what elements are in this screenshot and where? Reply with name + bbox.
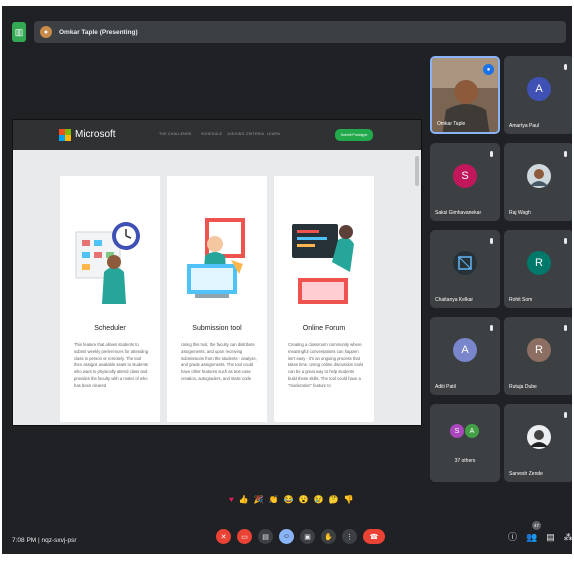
submission-illustration (187, 218, 245, 298)
card-title: Online Forum (302, 325, 346, 332)
card-body: Using this tool, the faculty can distrib… (181, 342, 257, 381)
participant-name: Amartya Paul (509, 123, 540, 129)
mic-off-icon (490, 325, 493, 331)
meet-window: ▥ ● Omkar Taple (Presenting) Microsoft T… (2, 6, 572, 554)
avatar: R (527, 338, 551, 362)
speaking-indicator-icon: ● (483, 64, 494, 75)
avatar (527, 164, 551, 188)
reaction-laugh[interactable]: 😂 (284, 495, 294, 505)
meeting-info: 7:08 PM | nqz-sxvj-psr (12, 537, 77, 544)
avatar: S (450, 424, 464, 438)
people-icon[interactable]: 👥 (526, 532, 537, 542)
avatar: R (527, 251, 551, 275)
feature-card-scheduler: Scheduler This feature that allows stude… (60, 176, 160, 422)
reaction-party[interactable]: 🎉 (254, 495, 264, 505)
participant-tile-amartya[interactable]: A Amartya Paul (504, 56, 572, 134)
participant-tile-saksi[interactable]: S Saksi Gimhavanekar (430, 143, 500, 221)
mic-off-icon[interactable]: ✕ (216, 529, 231, 544)
avatar (453, 251, 477, 275)
avatar: A (465, 424, 479, 438)
microsoft-logo (59, 129, 71, 141)
mic-off-icon (490, 151, 493, 157)
camera-off-icon[interactable]: ▭ (237, 529, 252, 544)
avatar: S (453, 164, 477, 188)
card-title: Scheduler (94, 325, 126, 332)
reaction-thinking[interactable]: 🤔 (329, 495, 339, 505)
card-title: Submission tool (192, 325, 242, 332)
reaction-clap[interactable]: 👏 (269, 495, 279, 505)
people-count-badge: 47 (532, 521, 541, 530)
participant-tile-sarvesh[interactable]: Sarvesh Zende (504, 404, 572, 482)
mic-off-icon (564, 238, 567, 244)
participant-tile-aditi[interactable]: A Aditi Patil (430, 317, 500, 395)
participant-name: Chaitanya Kelkar (435, 297, 474, 303)
reaction-heart[interactable]: ♥ (229, 495, 234, 505)
feature-card-submission: Submission tool Using this tool, the fac… (167, 176, 267, 422)
reaction-thumbs-up[interactable]: 👍 (239, 495, 249, 505)
raise-hand-icon[interactable]: ✋ (321, 529, 336, 544)
avatar (527, 425, 551, 449)
nav-link-challenge[interactable]: THE CHALLENGE (159, 132, 192, 136)
others-count: 37 others (454, 458, 476, 464)
call-controls: ✕ ▭ ▤ ☺ ▣ ✋ ⋮ ☎ (216, 529, 385, 544)
right-controls: ⓘ 👥 ▤ ⁂ (508, 532, 572, 542)
end-call-icon[interactable]: ☎ (363, 529, 385, 544)
participant-tile-omkar[interactable]: ● Omkar Taple (430, 56, 500, 134)
layout-icon[interactable]: ▥ (12, 22, 26, 42)
card-body: This feature that allows students to sub… (74, 342, 149, 388)
participant-tile-raj[interactable]: Raj Wagh (504, 143, 572, 221)
participant-name: Saksi Gimhavanekar (435, 210, 482, 216)
submit-prototype-button[interactable]: Submit Prototype (335, 129, 373, 141)
participant-tile-rohit[interactable]: R Rohit Som (504, 230, 572, 308)
presenter-label: Omkar Taple (Presenting) (59, 28, 138, 36)
scheduler-illustration (75, 222, 140, 304)
reactions-bar: ♥ 👍 🎉 👏 😂 😮 😢 🤔 👎 (229, 495, 354, 505)
emoji-icon[interactable]: ☺ (279, 529, 294, 544)
page-scrollbar[interactable] (415, 156, 419, 186)
participant-name: Aditi Patil (435, 384, 456, 390)
participant-name: Rutuja Dube (509, 384, 537, 390)
nav-link-judging[interactable]: JUDGING CRITERIA (227, 132, 264, 136)
reaction-sad[interactable]: 😢 (314, 495, 324, 505)
participant-name: Raj Wagh (509, 210, 531, 216)
presenting-bar: ▥ ● Omkar Taple (Presenting) (12, 20, 566, 44)
reaction-thumbs-down[interactable]: 👎 (344, 495, 354, 505)
mic-off-icon (564, 412, 567, 418)
participant-tile-chaitanya[interactable]: Chaitanya Kelkar (430, 230, 500, 308)
mic-off-icon (490, 238, 493, 244)
avatar: A (527, 77, 551, 101)
participant-name: Sarvesh Zende (509, 471, 543, 477)
avatar: A (453, 338, 477, 362)
participant-name: Omkar Taple (437, 121, 466, 127)
mic-off-icon (564, 325, 567, 331)
feature-card-forum: Online Forum Creating a classroom commun… (274, 176, 374, 422)
card-body: Creating a classroom community where mea… (288, 342, 364, 388)
shared-screen: Microsoft THE CHALLENGE SCHEDULE JUDGING… (12, 119, 422, 426)
info-icon[interactable]: ⓘ (508, 532, 517, 542)
participant-tile-others[interactable]: S A 37 others (430, 404, 500, 482)
more-options-icon[interactable]: ⋮ (342, 529, 357, 544)
captions-icon[interactable]: ▤ (258, 529, 273, 544)
present-icon[interactable]: ▣ (300, 529, 315, 544)
mic-off-icon (564, 151, 567, 157)
presenter-avatar: ● (40, 26, 52, 38)
participant-name: Rohit Som (509, 297, 533, 303)
mic-off-icon (564, 64, 567, 70)
activities-icon[interactable]: ⁂ (564, 532, 572, 542)
nav-link-learn[interactable]: LEARN (267, 132, 280, 136)
presenter-pill[interactable]: ● Omkar Taple (Presenting) (34, 21, 566, 43)
participant-tile-rutuja[interactable]: R Rutuja Dube (504, 317, 572, 395)
chat-icon[interactable]: ▤ (546, 532, 555, 542)
nav-link-schedule[interactable]: SCHEDULE (201, 132, 222, 136)
reaction-surprised[interactable]: 😮 (299, 495, 309, 505)
brand-name: Microsoft (75, 129, 116, 140)
site-navbar: Microsoft THE CHALLENGE SCHEDULE JUDGING… (13, 120, 421, 150)
forum-illustration (292, 224, 354, 304)
